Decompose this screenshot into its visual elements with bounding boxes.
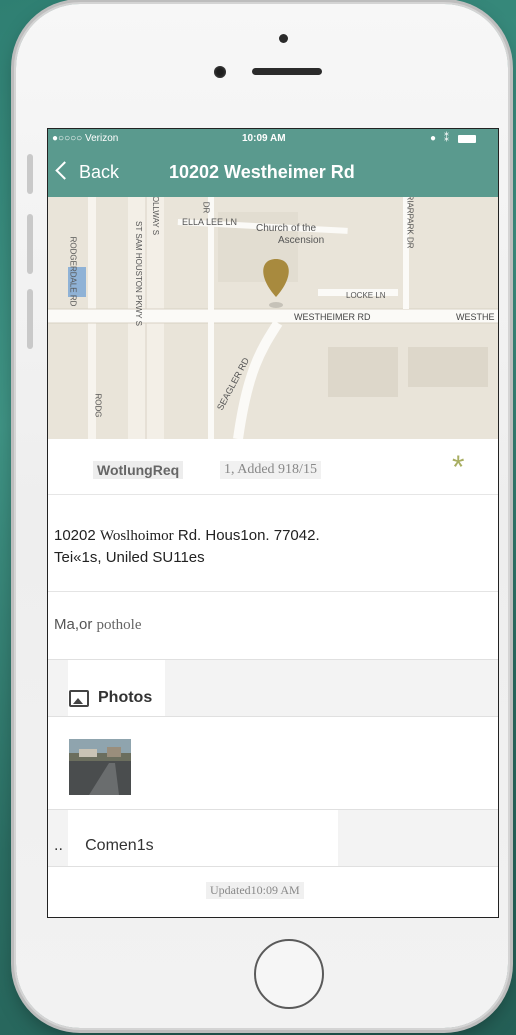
photos-section-title: Photos (98, 689, 153, 706)
chevron-left-icon (55, 161, 74, 180)
page-title: 10202 Westheimer Rd (169, 162, 355, 182)
map-label: WESTHE (456, 312, 495, 322)
divider (48, 591, 498, 592)
bluetooth-icon: ⁑ (444, 133, 449, 144)
updated-timestamp: Updated10:09 AM (206, 882, 304, 899)
photo-thumbnail[interactable] (69, 739, 131, 795)
map-label: OLLWAY S (151, 197, 161, 236)
map-label: RIARPARK DR (405, 197, 415, 249)
alarm-icon: ● (430, 133, 437, 144)
address-part: Woslhoimor (99, 528, 174, 544)
description-text: Ma,or pothole (54, 616, 142, 634)
status-row: WotlungReq 1, Added 918/15 * (48, 439, 498, 495)
map-label: Ascension (278, 235, 325, 246)
band-overlay (68, 660, 165, 716)
carrier-label: ●○○○○ Verizon (52, 133, 119, 144)
map-label: Church of the (256, 223, 317, 234)
home-button[interactable] (254, 939, 324, 1009)
address-part: 10202 (54, 527, 100, 544)
earpiece-speaker (252, 68, 322, 75)
status-badge: WotlungReq (93, 461, 184, 479)
comments-label: Comen1s (85, 837, 154, 854)
added-date: 1, Added 918/15 (220, 461, 321, 479)
comments-section-title[interactable]: .. Comen1s (54, 837, 154, 855)
status-time: 10:09 AM (242, 133, 286, 144)
back-label: Back (79, 162, 120, 182)
photos-header-band (48, 659, 498, 717)
status-bar: ●○○○○ Verizon 10:09 AM ● ⁑ (48, 129, 498, 149)
map-label: RODG (93, 393, 103, 418)
navigation-bar: Back 10202 Westheimer Rd (48, 149, 498, 197)
report-details: WotlungReq 1, Added 918/15 * 10202 Woslh… (48, 439, 498, 917)
volume-up-button (27, 214, 33, 274)
address-part: Rd. Hous1on. 77042. (173, 527, 320, 544)
back-button[interactable]: Back (55, 161, 120, 183)
proximity-sensor (279, 34, 288, 43)
map-label: DR (201, 201, 211, 214)
mute-switch (27, 154, 33, 194)
favorite-star-icon[interactable]: * (452, 451, 464, 483)
description-part: pothole (96, 617, 142, 633)
map-view[interactable]: ELLA LEE LN Church of the Ascension LOCK… (48, 197, 498, 439)
comments-prefix: .. (54, 837, 63, 854)
phone-screen: ●○○○○ Verizon 10:09 AM ● ⁑ Back 10202 We… (47, 128, 499, 918)
map-label: ST SAM HOUSTON PKWY S (133, 221, 143, 326)
description-part: Ma,or (54, 616, 97, 633)
map-label: RODGERDALE RD (68, 236, 78, 307)
address-line2: Tei«1s, Uniled SU11es (54, 549, 205, 566)
volume-down-button (27, 289, 33, 349)
photos-icon (69, 690, 89, 707)
address-text: 10202 Woslhoimor Rd. Hous1on. 77042. Tei… (54, 525, 474, 569)
front-camera (214, 66, 226, 78)
map-label: WESTHEIMER RD (294, 312, 371, 322)
map-label: ELLA LEE LN (182, 217, 238, 227)
battery-icon (458, 135, 476, 143)
map-label: LOCKE LN (346, 291, 386, 300)
